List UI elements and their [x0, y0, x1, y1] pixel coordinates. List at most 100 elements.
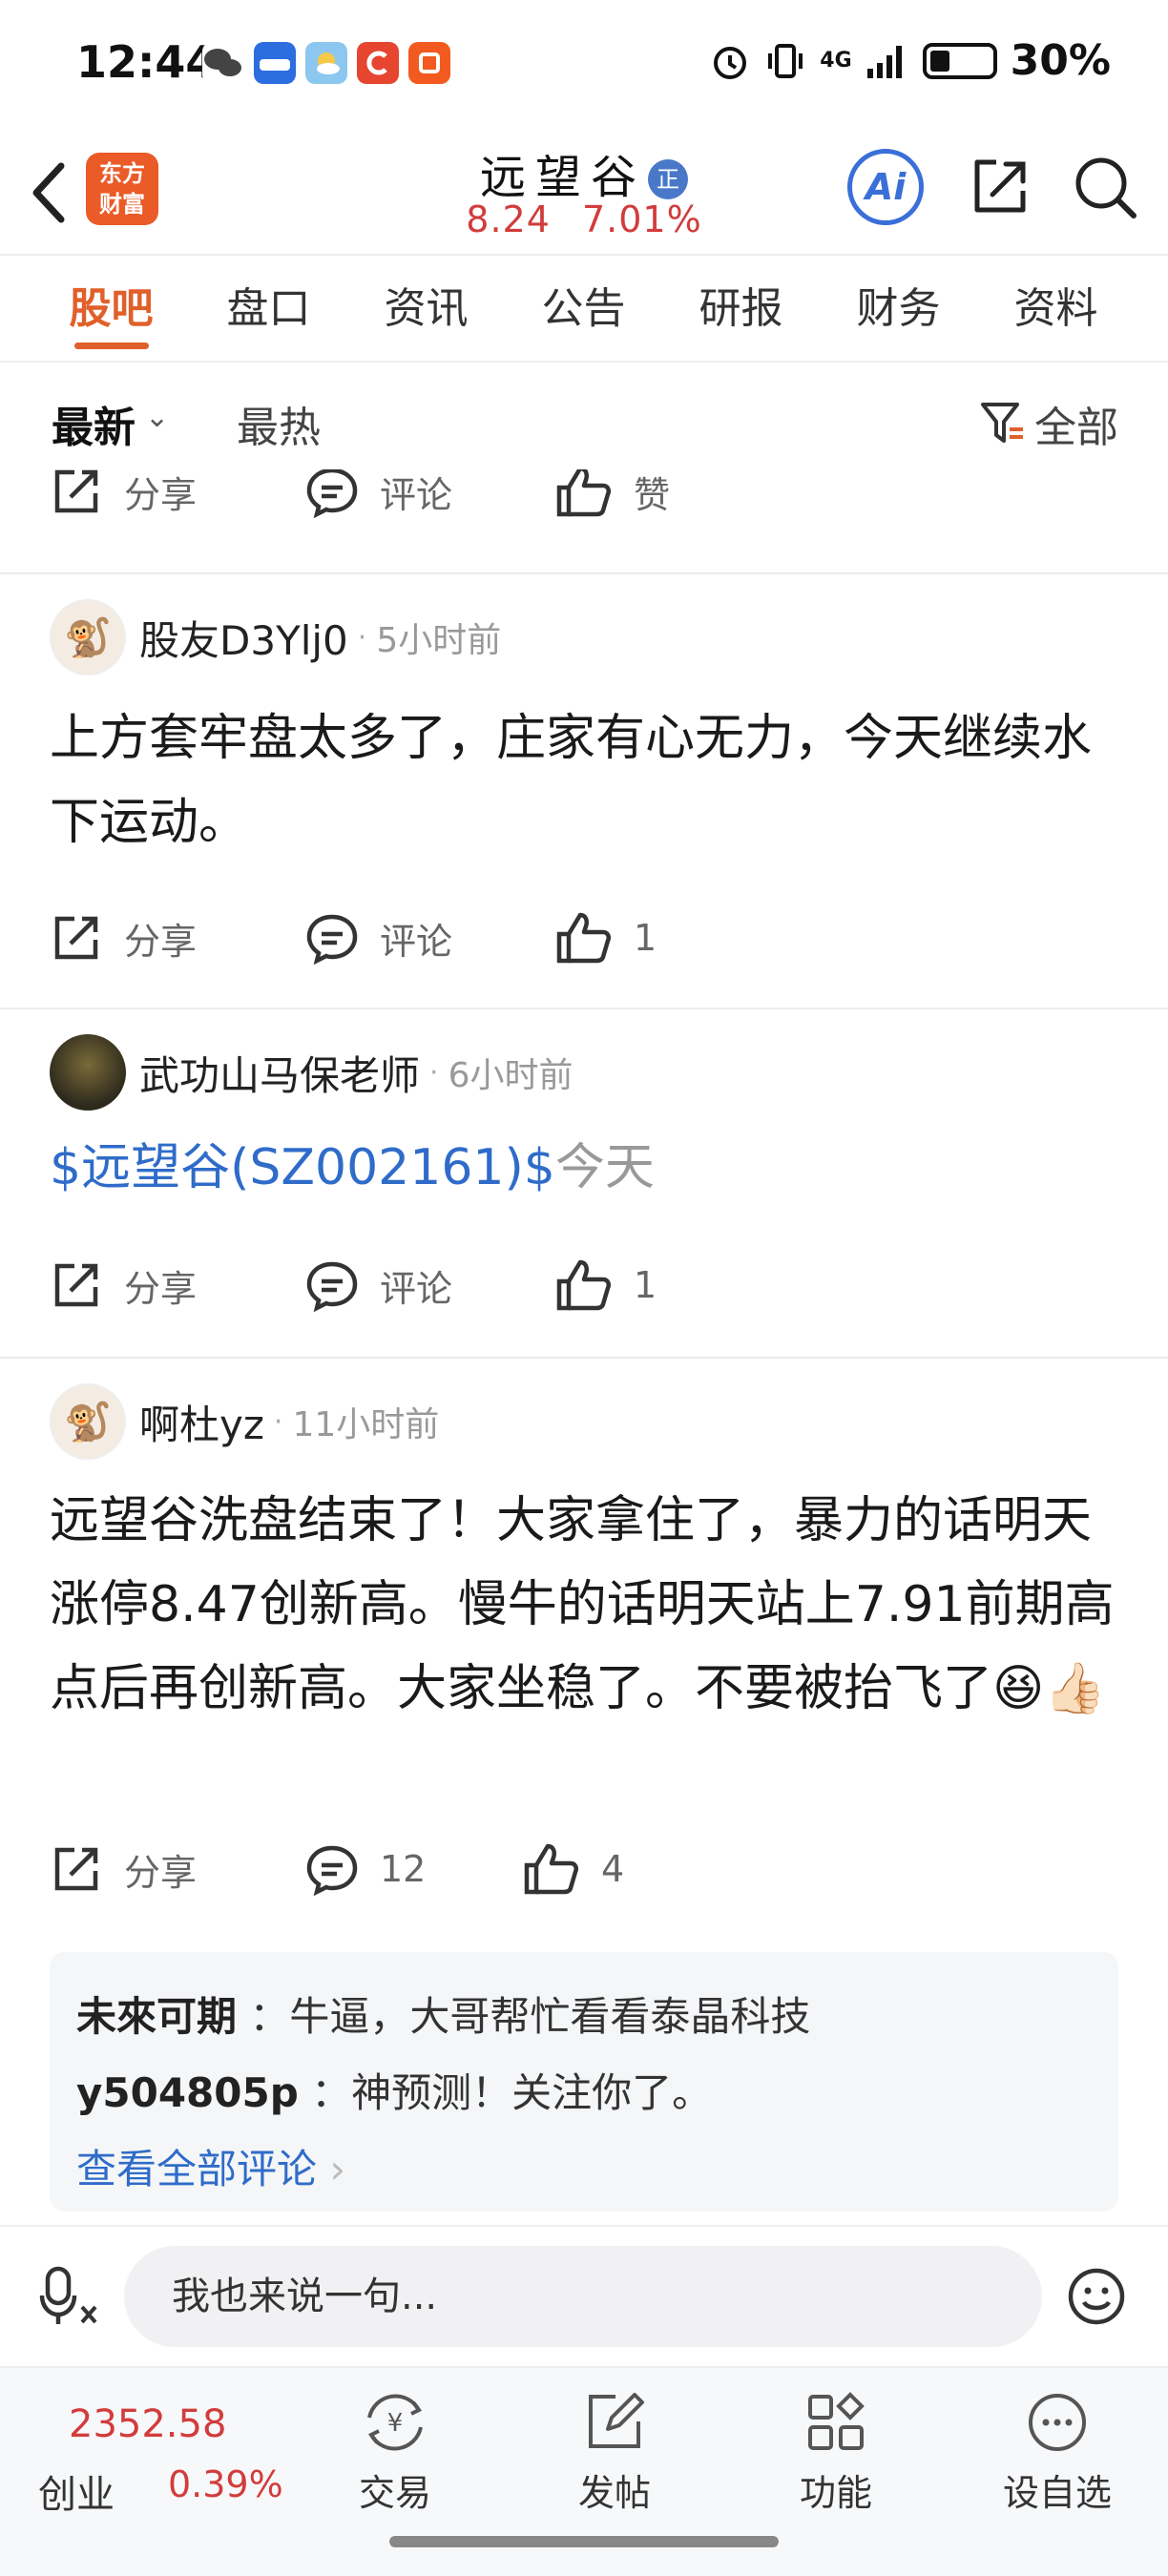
taobao-icon — [408, 42, 450, 84]
share-label: 分享 — [124, 1851, 198, 1894]
weather-icon — [305, 42, 347, 84]
comment-user[interactable]: 未來可期 — [76, 1993, 237, 2040]
view-all-comments-link[interactable]: 查看全部评论 › — [76, 2131, 1092, 2208]
grid-apps-icon — [808, 2392, 865, 2450]
post-author[interactable]: 武功山马保老师 · 6小时前 — [50, 1032, 573, 1112]
post-card[interactable]: 🐒 股友D3Ylj0 · 5小时前 上方套牢盘太多了，庄家有心无力，今天继续水下… — [0, 574, 1168, 1009]
tab-guba[interactable]: 股吧 — [32, 256, 190, 361]
post-actions: 分享 评论 1 — [50, 904, 1118, 971]
comment-action[interactable]: 评论 — [305, 469, 452, 525]
share-icon[interactable] — [964, 151, 1036, 223]
avatar[interactable]: 🐒 — [50, 599, 126, 675]
tab-profile[interactable]: 资料 — [977, 256, 1135, 361]
post-text: 今天 — [554, 1139, 655, 1196]
post-card: 分享 评论 赞 — [0, 469, 1168, 574]
comment-icon — [306, 1261, 358, 1312]
car-home-icon — [254, 42, 296, 84]
emoji-icon[interactable] — [1067, 2267, 1126, 2326]
tab-pankou[interactable]: 盘口 — [190, 256, 347, 361]
chevron-down-icon[interactable]: ⌄ — [145, 401, 169, 434]
post-time: 11小时前 — [292, 1405, 440, 1444]
like-action[interactable]: 1 — [555, 904, 657, 971]
add-watchlist-label: 设自选 — [1002, 2472, 1112, 2514]
section-tabs: 股吧 盘口 资讯 公告 研报 财务 资料 — [0, 256, 1168, 363]
trade-button[interactable]: ¥ 交易 — [319, 2391, 471, 2516]
like-action[interactable]: 4 — [523, 1836, 624, 1902]
username[interactable]: 武功山马保老师 — [139, 1044, 420, 1102]
comment-action[interactable]: 12 — [305, 1836, 426, 1902]
index-change-pct[interactable]: 0.39% — [168, 2463, 283, 2505]
index-name[interactable]: 创业 — [38, 2463, 115, 2519]
c-app-icon — [357, 42, 399, 84]
post-button[interactable]: 发帖 — [538, 2391, 691, 2516]
share-icon — [54, 1263, 98, 1307]
share-icon — [54, 469, 98, 513]
like-count: 1 — [634, 917, 657, 959]
svg-text:¥: ¥ — [387, 2409, 404, 2438]
stock-price: 8.24 — [466, 198, 551, 240]
stock-tag-link[interactable]: $远望谷(SZ002161)$ — [50, 1139, 555, 1196]
signal-icon — [866, 45, 902, 78]
post-time: 5小时前 — [376, 621, 502, 660]
alarm-icon — [714, 46, 747, 79]
share-action[interactable]: 分享 — [50, 1252, 197, 1319]
comment-preview[interactable]: 未來可期 ：牛逼，大哥帮忙看看泰晶科技 y504805p ：神预测！关注你了。 … — [50, 1952, 1118, 2212]
more-icon — [1029, 2394, 1086, 2451]
avatar[interactable]: 🐒 — [50, 1383, 126, 1460]
filter-all[interactable]: 全部 — [1034, 393, 1118, 454]
status-time: 12:44 — [76, 36, 217, 88]
verified-badge-icon: 正 — [648, 159, 688, 199]
comment-text: ：神预测！关注你了。 — [311, 2069, 713, 2116]
thumbs-up-icon — [556, 469, 612, 517]
ai-button[interactable]: Ai — [847, 149, 924, 225]
like-count: 1 — [634, 1264, 657, 1306]
stock-change-pct: 7.01% — [581, 198, 702, 240]
functions-button[interactable]: 功能 — [760, 2391, 912, 2516]
post-feed: 分享 评论 赞 🐒 股友D3Ylj0 · 5小时前 上方套牢盘太多了，庄家有心无… — [0, 469, 1168, 2225]
sort-latest[interactable]: 最新 — [52, 393, 136, 454]
post-content[interactable]: 远望谷洗盘结束了！大家拿住了，暴力的话明天涨停8.47创新高。慢牛的话明天站上7… — [50, 1479, 1118, 1731]
share-action[interactable]: 分享 — [50, 1836, 197, 1902]
share-action[interactable]: 分享 — [50, 904, 197, 971]
post-card[interactable]: 武功山马保老师 · 6小时前 $远望谷(SZ002161)$今天 分享 评论 1 — [0, 1009, 1168, 1359]
comment-user[interactable]: y504805p — [76, 2069, 299, 2116]
share-action[interactable]: 分享 — [50, 469, 197, 525]
thumbs-up-icon — [524, 1843, 579, 1895]
avatar[interactable] — [50, 1034, 126, 1111]
post-author[interactable]: 🐒 股友D3Ylj0 · 5小时前 — [50, 597, 501, 677]
share-icon — [54, 1847, 98, 1891]
post-card[interactable]: 🐒 啊杜yz · 11小时前 远望谷洗盘结束了！大家拿住了，暴力的话明天涨停8.… — [0, 1359, 1168, 2225]
reply-input-bar: 我也来说一句... — [0, 2225, 1168, 2366]
system-status: 4G 30% — [709, 36, 1111, 85]
like-action[interactable]: 1 — [555, 1252, 657, 1319]
post-author[interactable]: 🐒 啊杜yz · 11小时前 — [50, 1381, 439, 1462]
post-label: 发帖 — [577, 2472, 651, 2514]
wechat-icon — [202, 42, 244, 84]
tab-finance[interactable]: 财务 — [820, 256, 977, 361]
comment-action[interactable]: 评论 — [305, 1252, 452, 1319]
tab-announcements[interactable]: 公告 — [505, 256, 662, 361]
sort-hot[interactable]: 最热 — [237, 393, 321, 454]
comment-item[interactable]: 未來可期 ：牛逼，大哥帮忙看看泰晶科技 — [76, 1979, 1092, 2055]
voice-input-icon[interactable] — [38, 2263, 105, 2330]
comment-input[interactable]: 我也来说一句... — [124, 2246, 1042, 2347]
comment-item[interactable]: y504805p ：神预测！关注你了。 — [76, 2055, 1092, 2131]
comment-icon — [306, 1845, 358, 1896]
filter-icon[interactable] — [979, 399, 1027, 447]
add-watchlist-button[interactable]: 设自选 — [981, 2391, 1134, 2516]
like-count: 4 — [601, 1848, 625, 1890]
comment-label: 评论 — [380, 920, 453, 963]
post-content[interactable]: $远望谷(SZ002161)$今天 — [50, 1126, 1118, 1210]
username[interactable]: 啊杜yz — [139, 1393, 264, 1451]
index-value[interactable]: 2352.58 — [69, 2402, 226, 2446]
search-icon[interactable] — [1069, 151, 1141, 223]
post-content[interactable]: 上方套牢盘太多了，庄家有心无力，今天继续水下运动。 — [50, 696, 1118, 864]
username[interactable]: 股友D3Ylj0 — [139, 609, 348, 667]
share-label: 分享 — [124, 1267, 198, 1310]
like-action[interactable]: 赞 — [555, 469, 670, 525]
tab-news[interactable]: 资讯 — [347, 256, 505, 361]
network-type: 4G — [820, 48, 852, 73]
comment-icon — [306, 469, 358, 518]
comment-action[interactable]: 评论 — [305, 904, 452, 971]
tab-research[interactable]: 研报 — [662, 256, 820, 361]
